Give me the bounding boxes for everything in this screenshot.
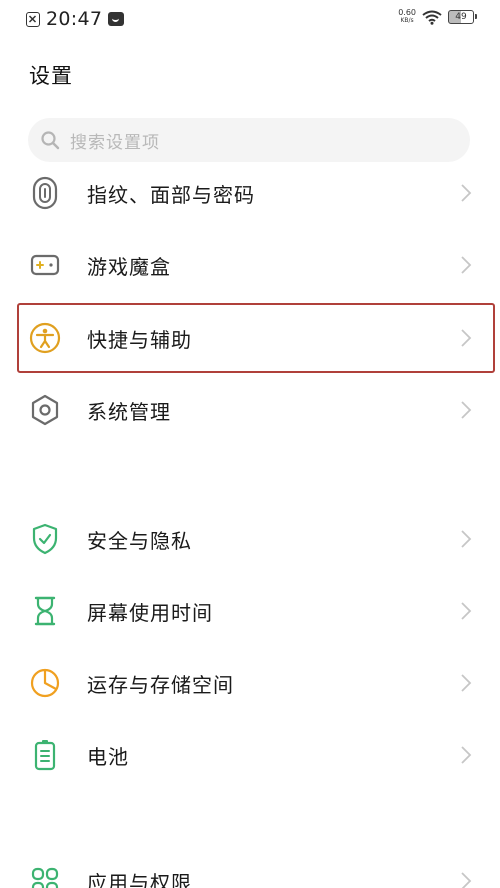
chevron-right-icon bbox=[461, 872, 472, 888]
network-speed-value: 0.60 bbox=[398, 8, 416, 17]
chevron-right-icon bbox=[461, 602, 472, 620]
wifi-icon bbox=[422, 10, 442, 25]
fingerprint-icon bbox=[28, 176, 62, 210]
notification-icon bbox=[108, 12, 125, 26]
chevron-right-icon bbox=[461, 530, 472, 548]
settings-item-security-privacy[interactable]: 安全与隐私 bbox=[0, 504, 500, 574]
hexagon-gear-icon bbox=[28, 393, 62, 427]
search-placeholder: 搜索设置项 bbox=[70, 132, 160, 153]
page-title: 设置 bbox=[29, 64, 73, 88]
chevron-right-icon bbox=[461, 184, 472, 202]
chevron-right-icon bbox=[461, 256, 472, 274]
settings-item-screen-time[interactable]: 屏幕使用时间 bbox=[0, 576, 500, 646]
settings-item-label: 快捷与辅助 bbox=[87, 327, 192, 352]
settings-item-label: 游戏魔盒 bbox=[87, 254, 171, 279]
gamepad-icon bbox=[28, 248, 62, 282]
status-time: 20:47 bbox=[46, 8, 103, 30]
apps-grid-icon bbox=[28, 864, 62, 888]
status-bar: 20:47 0.60 KB/s 49 bbox=[0, 0, 500, 38]
settings-item-label: 应用与权限 bbox=[87, 870, 192, 888]
settings-screen: 20:47 0.60 KB/s 49 设置 搜索设置项 指纹、面部与密码 游戏魔… bbox=[0, 0, 500, 888]
settings-item-battery[interactable]: 电池 bbox=[0, 720, 500, 790]
hourglass-icon bbox=[28, 594, 62, 628]
settings-item-system-management[interactable]: 系统管理 bbox=[0, 375, 500, 445]
shield-check-icon bbox=[28, 522, 62, 556]
network-speed-unit: KB/s bbox=[400, 17, 414, 24]
settings-item-label: 安全与隐私 bbox=[87, 528, 192, 553]
accessibility-icon bbox=[28, 321, 62, 355]
network-speed: 0.60 KB/s bbox=[398, 9, 416, 25]
chevron-right-icon bbox=[461, 746, 472, 764]
settings-item-label: 运存与存储空间 bbox=[87, 672, 234, 697]
battery-indicator: 49 bbox=[448, 10, 477, 24]
settings-item-label: 屏幕使用时间 bbox=[87, 600, 213, 625]
status-bar-left: 20:47 bbox=[26, 8, 125, 30]
settings-item-label: 指纹、面部与密码 bbox=[87, 182, 255, 207]
search-input[interactable]: 搜索设置项 bbox=[28, 118, 470, 162]
settings-item-game-box[interactable]: 游戏魔盒 bbox=[0, 230, 500, 300]
sim-disabled-icon bbox=[26, 11, 40, 27]
search-icon bbox=[41, 131, 60, 150]
settings-item-label: 系统管理 bbox=[87, 399, 171, 424]
chevron-right-icon bbox=[461, 401, 472, 419]
battery-icon bbox=[28, 738, 62, 772]
settings-item-label: 电池 bbox=[87, 744, 129, 769]
settings-item-memory-storage[interactable]: 运存与存储空间 bbox=[0, 648, 500, 718]
settings-item-shortcuts-accessibility[interactable]: 快捷与辅助 bbox=[0, 303, 500, 373]
status-bar-right: 0.60 KB/s 49 bbox=[398, 9, 477, 25]
chevron-right-icon bbox=[461, 329, 472, 347]
settings-item-fingerprint-face-password[interactable]: 指纹、面部与密码 bbox=[0, 158, 500, 228]
settings-item-apps-permissions[interactable]: 应用与权限 bbox=[0, 846, 500, 888]
chevron-right-icon bbox=[461, 674, 472, 692]
pie-chart-icon bbox=[28, 666, 62, 700]
